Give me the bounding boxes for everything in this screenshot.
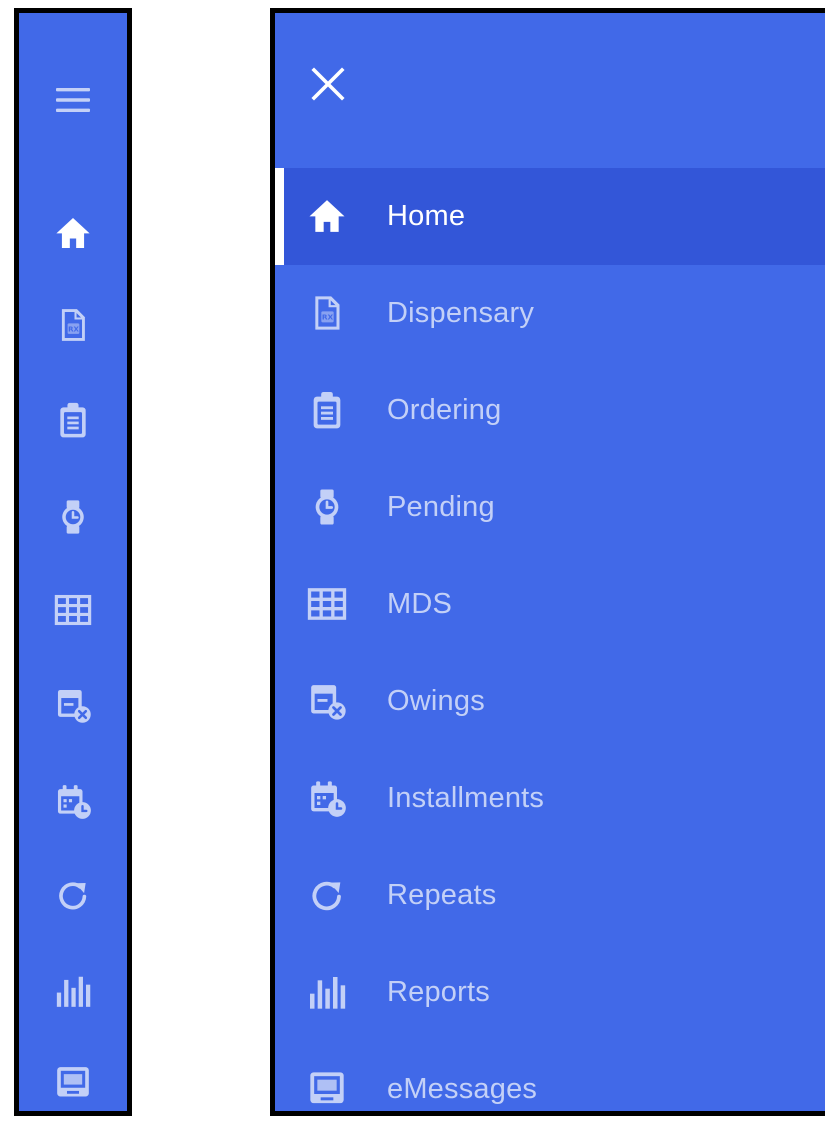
collapsed-sidebar [14, 8, 132, 1116]
rail-item-installments[interactable] [19, 771, 127, 831]
bar-chart-icon [307, 972, 347, 1012]
box-x-icon [54, 686, 92, 724]
calendar-clock-icon [307, 778, 347, 818]
nav-item-label: Reports [387, 976, 490, 1008]
refresh-icon [54, 876, 92, 914]
nav-item-pending[interactable]: Pending [275, 459, 825, 556]
clipboard-icon [307, 390, 347, 430]
home-icon [307, 196, 347, 236]
nav-item-installments[interactable]: Installments [275, 750, 825, 847]
nav-item-emessages[interactable]: eMessages [275, 1041, 825, 1111]
nav-item-reports[interactable]: Reports [275, 944, 825, 1041]
rail-item-home[interactable] [19, 203, 127, 263]
nav-item-dispensary[interactable]: Dispensary [275, 265, 825, 362]
rail-item-dispensary[interactable] [19, 295, 127, 355]
nav-item-label: Ordering [387, 394, 502, 426]
nav-item-label: MDS [387, 588, 453, 620]
nav-item-label: Installments [387, 782, 545, 814]
hamburger-menu-button[interactable] [19, 70, 127, 130]
calendar-clock-icon [54, 782, 92, 820]
active-indicator [275, 168, 284, 265]
screenshot-page: Home Dispensary Ordering Pending MDS Owi… [0, 0, 825, 1122]
rx-document-icon [307, 293, 347, 333]
nav-icon-wrap [305, 776, 349, 820]
rail-item-repeats[interactable] [19, 865, 127, 925]
nav-item-home[interactable]: Home [275, 168, 825, 265]
nav-icon-wrap [305, 1067, 349, 1111]
rx-document-icon [54, 306, 92, 344]
hamburger-menu-icon [56, 88, 90, 112]
nav-icon-wrap [305, 873, 349, 917]
close-icon [311, 67, 345, 101]
nav-item-label: Owings [387, 685, 485, 717]
nav-item-label: Home [387, 200, 466, 232]
nav-item-repeats[interactable]: Repeats [275, 847, 825, 944]
nav-icon-wrap [305, 194, 349, 238]
refresh-icon [307, 875, 347, 915]
drawer-header [275, 13, 825, 168]
nav-item-ordering[interactable]: Ordering [275, 362, 825, 459]
grid-icon [307, 584, 347, 624]
close-button[interactable] [305, 61, 351, 107]
nav-icon-wrap [305, 485, 349, 529]
rail-item-reports[interactable] [19, 961, 127, 1021]
grid-icon [54, 591, 92, 629]
monitor-message-icon [54, 1064, 92, 1102]
nav-icon-wrap [305, 970, 349, 1014]
expanded-sidebar: Home Dispensary Ordering Pending MDS Owi… [270, 8, 825, 1116]
nav-icon-wrap [305, 388, 349, 432]
nav-icon-wrap [305, 679, 349, 723]
nav-icon-wrap [305, 582, 349, 626]
rail-item-owings[interactable] [19, 675, 127, 735]
monitor-message-icon [307, 1069, 347, 1109]
nav-item-label: eMessages [387, 1073, 538, 1105]
rail-item-emessages[interactable] [19, 1053, 127, 1113]
nav-icon-wrap [305, 291, 349, 335]
nav-item-owings[interactable]: Owings [275, 653, 825, 750]
box-x-icon [307, 681, 347, 721]
clipboard-icon [54, 401, 92, 439]
rail-item-mds[interactable] [19, 580, 127, 640]
watch-icon [54, 498, 92, 536]
home-icon [54, 214, 92, 252]
rail-item-ordering[interactable] [19, 390, 127, 450]
rail-item-pending[interactable] [19, 487, 127, 547]
nav-item-label: Pending [387, 491, 495, 523]
drawer-nav-list: Home Dispensary Ordering Pending MDS Owi… [275, 168, 825, 1111]
nav-item-label: Repeats [387, 879, 497, 911]
bar-chart-icon [54, 972, 92, 1010]
watch-icon [307, 487, 347, 527]
nav-item-label: Dispensary [387, 297, 535, 329]
nav-item-mds[interactable]: MDS [275, 556, 825, 653]
